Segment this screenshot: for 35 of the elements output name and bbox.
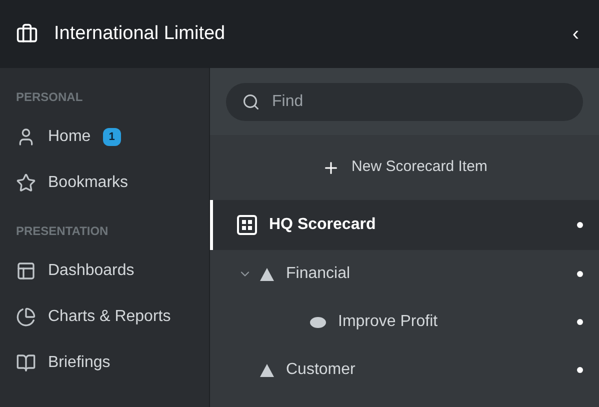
organization-title: International Limited bbox=[54, 22, 226, 46]
dashboard-icon bbox=[16, 261, 36, 281]
pie-chart-icon bbox=[16, 307, 36, 327]
triangle-icon bbox=[260, 364, 274, 376]
tree-item-label: Financial bbox=[286, 264, 350, 284]
tree-item-label: Customer bbox=[286, 360, 356, 380]
section-heading: PRESENTATION bbox=[15, 223, 110, 240]
grid-icon bbox=[237, 215, 257, 235]
scorecard-title: HQ Scorecard bbox=[269, 215, 376, 235]
sidebar-item-label: Dashboards bbox=[48, 261, 134, 281]
scorecard-row[interactable]: HQ Scorecard bbox=[210, 200, 599, 250]
sidebar-item[interactable]: Bookmarks bbox=[0, 160, 209, 206]
sidebar-item-label: Bookmarks bbox=[48, 173, 128, 193]
ellipse-icon bbox=[310, 316, 326, 328]
tree-item[interactable]: Improve Profit bbox=[210, 298, 599, 346]
book-icon bbox=[16, 353, 36, 373]
tree-item[interactable]: Financial bbox=[210, 250, 599, 298]
tree-item-label: Improve Profit bbox=[338, 312, 438, 332]
star-icon bbox=[16, 173, 36, 193]
search-field[interactable]: Find bbox=[226, 82, 583, 120]
sidebar-item[interactable]: Briefings bbox=[0, 340, 209, 386]
sidebar-item[interactable]: Home 1 bbox=[0, 114, 209, 160]
sidebar-item[interactable]: Dashboards bbox=[0, 248, 209, 294]
briefcase-icon bbox=[16, 23, 38, 45]
collapse-button[interactable]: ‹ bbox=[568, 19, 583, 49]
search-icon bbox=[242, 92, 260, 110]
count-badge: 1 bbox=[102, 128, 121, 146]
sidebar-item[interactable]: Charts & Reports bbox=[0, 294, 209, 340]
sidebar-item-label: Charts & Reports bbox=[48, 307, 171, 327]
triangle-icon bbox=[260, 268, 274, 280]
new-scorecard-item-button[interactable]: New Scorecard Item bbox=[210, 135, 599, 200]
sidebar-item-label: Briefings bbox=[48, 353, 110, 373]
sidebar-item-label: Home bbox=[48, 127, 91, 147]
section-heading: PERSONAL bbox=[15, 89, 84, 106]
tree-item[interactable]: Customer bbox=[210, 346, 599, 394]
